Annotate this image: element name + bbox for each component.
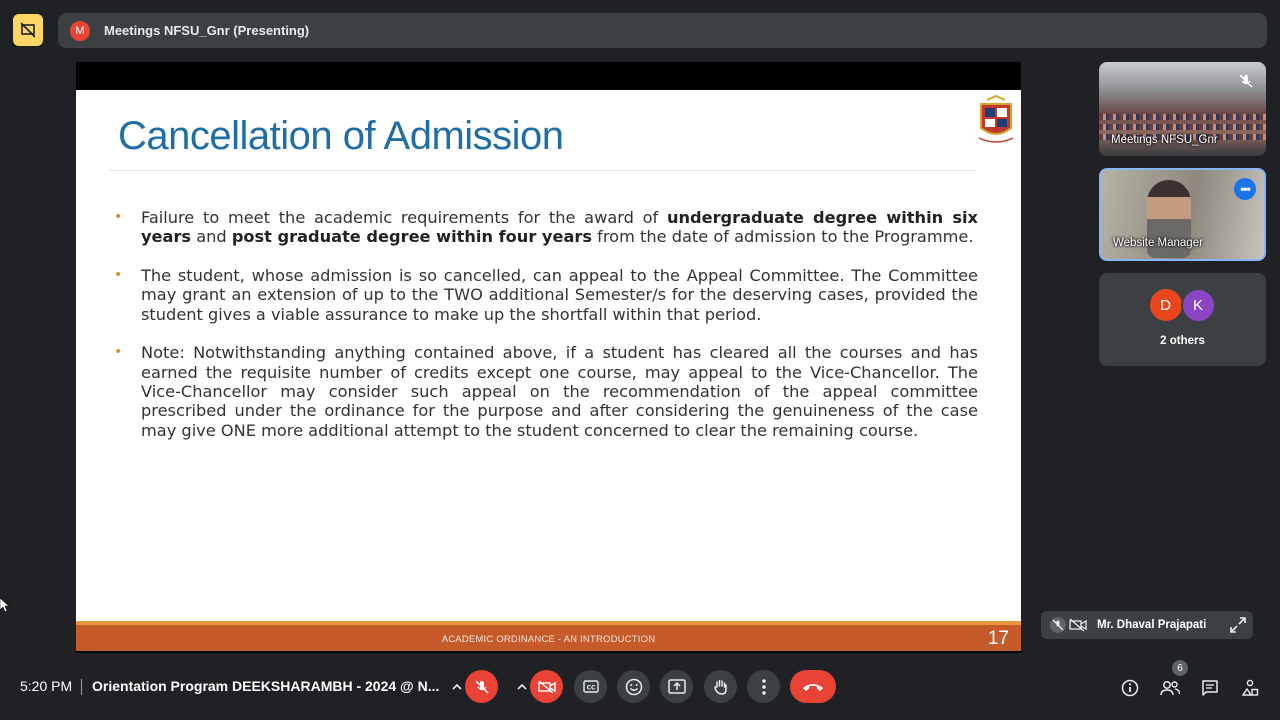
presentation-screen: Cancellation of Admission Failure to mee…	[76, 62, 1021, 653]
presenter-badge[interactable]: Mr. Dhaval Prajapati	[1041, 611, 1253, 639]
mic-off-icon	[1049, 616, 1067, 634]
audience-row	[1099, 124, 1266, 130]
tile-label: Website Manager	[1113, 237, 1203, 249]
bullet-list: Failure to meet the academic requirement…	[114, 208, 978, 459]
mic-off-icon	[1239, 74, 1253, 88]
university-logo	[978, 94, 1014, 143]
avatar: D	[1149, 289, 1182, 321]
clock: 5:20 PM	[20, 678, 73, 694]
captions-icon: CC	[582, 680, 599, 693]
meeting-title: Meetings NFSU_Gnr (Presenting)	[104, 23, 310, 38]
slide-number: 17	[987, 628, 1009, 649]
meeting-info-icon[interactable]	[1118, 676, 1142, 700]
expand-icon[interactable]	[1229, 616, 1247, 634]
stop-presenting-icon[interactable]	[13, 14, 43, 46]
more-vert-icon	[761, 678, 766, 695]
more-options-button[interactable]	[747, 670, 780, 703]
bullet-item: Failure to meet the academic requirement…	[114, 208, 978, 247]
camera-off-icon	[537, 679, 556, 694]
camera-off-icon	[1069, 616, 1087, 634]
reactions-button[interactable]	[617, 670, 650, 703]
participants-count-badge: 6	[1172, 660, 1188, 676]
bullet-text: The student, whose admission is so cance…	[141, 266, 978, 324]
svg-text:CC: CC	[586, 685, 595, 692]
bullet-text-bold: post graduate degree within four years	[231, 227, 593, 247]
present-screen-icon	[667, 679, 686, 694]
mic-toggle-button[interactable]	[465, 670, 498, 703]
audio-options-chevron-icon[interactable]	[449, 670, 464, 703]
title-divider	[108, 170, 976, 171]
footer-text: ACADEMIC ORDINANCE - AN INTRODUCTION	[441, 634, 656, 645]
bullet-text: from the date of admission to the Progra…	[592, 227, 974, 247]
avatar: M	[70, 20, 90, 41]
video-options-chevron-icon[interactable]	[514, 670, 529, 703]
present-button[interactable]	[660, 670, 693, 703]
activities-icon[interactable]	[1238, 676, 1262, 700]
chat-icon[interactable]	[1198, 676, 1222, 700]
emoji-icon	[625, 678, 642, 695]
participant-tile[interactable]: Meetings NFSU_Gnr	[1099, 62, 1266, 156]
participant-tile[interactable]: D K 2 others	[1099, 273, 1266, 366]
audience-row	[1099, 114, 1266, 120]
tile-label: Meetings NFSU_Gnr	[1111, 134, 1218, 146]
more-options-icon[interactable]: •••	[1234, 178, 1256, 200]
mouse-cursor-icon	[0, 598, 10, 612]
slide-title: Cancellation of Admission	[118, 114, 564, 158]
raise-hand-button[interactable]	[704, 670, 737, 703]
presenter-name: Mr. Dhaval Prajapati	[1097, 619, 1207, 631]
bullet-item: Note: Notwithstanding anything contained…	[114, 343, 978, 439]
bullet-text: and	[191, 227, 232, 247]
captions-button[interactable]: CC	[574, 670, 607, 703]
people-icon[interactable]	[1158, 676, 1182, 700]
meeting-name: Orientation Program DEEKSHARAMBH - 2024 …	[92, 678, 440, 694]
hand-icon	[713, 679, 727, 695]
leave-call-button[interactable]	[790, 670, 836, 703]
slide-footer: ACADEMIC ORDINANCE - AN INTRODUCTION 17	[76, 621, 1021, 651]
hang-up-icon	[803, 683, 823, 691]
avatar: K	[1180, 288, 1216, 323]
slide: Cancellation of Admission Failure to mee…	[76, 90, 1021, 651]
bullet-item: The student, whose admission is so cance…	[114, 266, 978, 324]
meeting-title-bar: M Meetings NFSU_Gnr (Presenting)	[58, 13, 1267, 48]
bullet-text: Note: Notwithstanding anything contained…	[141, 343, 978, 440]
participant-tile[interactable]: ••• Website Manager	[1099, 168, 1266, 261]
mic-off-icon	[474, 679, 489, 694]
divider	[81, 679, 82, 695]
camera-toggle-button[interactable]	[530, 670, 563, 703]
bullet-text: Failure to meet the academic requirement…	[141, 208, 667, 227]
avatar-group: D K	[1099, 288, 1266, 323]
others-label: 2 others	[1160, 335, 1205, 347]
